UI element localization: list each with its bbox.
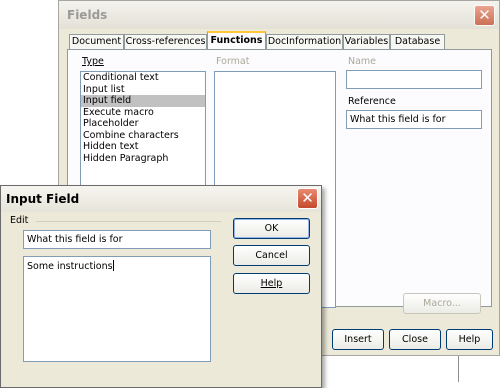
fields-title: Fields (67, 8, 108, 22)
content-text: Some instructions (27, 261, 113, 272)
tab-cross-references[interactable]: Cross-references (124, 34, 207, 49)
name-label: Name (348, 56, 377, 67)
input-field-help-button[interactable]: Help (233, 273, 310, 294)
help-button[interactable]: Help (446, 329, 493, 350)
content-textarea[interactable]: Some instructions (23, 256, 211, 362)
input-field-dialog: Input Field ✕ Edit What this field is fo… (0, 185, 322, 388)
close-icon: ✕ (301, 189, 314, 207)
format-label: Format (216, 56, 250, 67)
insert-button[interactable]: Insert (332, 329, 384, 350)
fields-close-button[interactable]: ✕ (474, 5, 495, 26)
fields-titlebar[interactable]: Fields ✕ (59, 1, 499, 29)
input-field-titlebar[interactable]: Input Field ✕ (1, 186, 321, 212)
divider (458, 356, 459, 382)
type-item-input-field[interactable]: Input field (81, 95, 205, 107)
type-item-input-list[interactable]: Input list (81, 84, 205, 96)
tab-document[interactable]: Document (69, 34, 124, 49)
type-item-hidden-text[interactable]: Hidden text (81, 141, 205, 153)
tab-functions[interactable]: Functions (207, 31, 266, 50)
type-label: Type (82, 56, 104, 67)
tab-variables[interactable]: Variables (343, 34, 390, 49)
input-field-close-button[interactable]: ✕ (297, 188, 318, 209)
reference-input[interactable]: What this field is for (346, 110, 482, 129)
ok-button[interactable]: OK (233, 218, 310, 239)
text-cursor (112, 260, 114, 271)
type-item-hidden-paragraph[interactable]: Hidden Paragraph (81, 153, 205, 165)
tab-database[interactable]: Database (390, 34, 445, 49)
cancel-button[interactable]: Cancel (233, 245, 310, 266)
close-button[interactable]: Close (389, 329, 441, 350)
reference-label: Reference (348, 96, 396, 107)
name-input[interactable] (346, 70, 482, 89)
close-icon: ✕ (478, 6, 491, 24)
macro-button[interactable]: Macro... (403, 293, 481, 314)
input-field-title: Input Field (6, 192, 80, 206)
group-divider (36, 221, 221, 222)
reference-text-field: What this field is for (23, 230, 211, 249)
type-item-combine-characters[interactable]: Combine characters (81, 130, 205, 142)
type-item-conditional-text[interactable]: Conditional text (81, 72, 205, 84)
tab-docinformation[interactable]: DocInformation (266, 34, 343, 49)
edit-group-label: Edit (10, 215, 29, 226)
type-item-execute-macro[interactable]: Execute macro (81, 107, 205, 119)
type-item-placeholder[interactable]: Placeholder (81, 118, 205, 130)
